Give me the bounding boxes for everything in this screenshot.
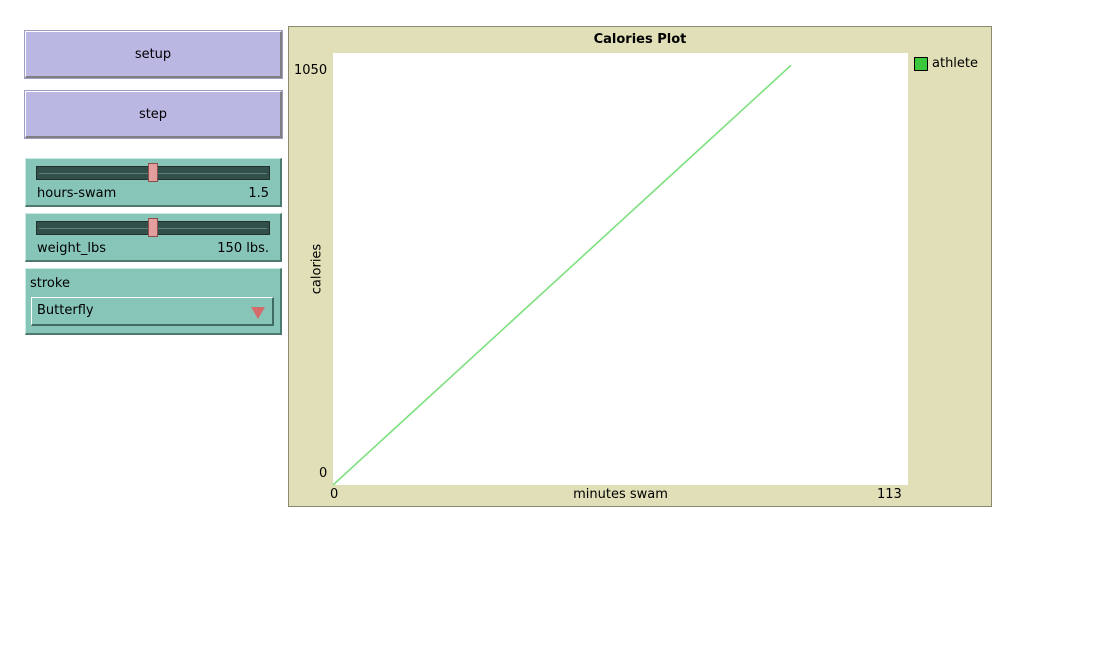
plot-svg: [332, 64, 792, 486]
hours-swam-slider[interactable]: hours-swam 1.5: [25, 158, 282, 207]
setup-button[interactable]: setup: [24, 30, 283, 79]
slider-thumb[interactable]: [148, 163, 158, 182]
dropdown-selected-value: Butterfly: [37, 303, 94, 318]
stroke-chooser[interactable]: stroke Butterfly: [25, 268, 282, 335]
stroke-dropdown[interactable]: Butterfly: [31, 297, 274, 326]
slider-label: hours-swam: [37, 186, 117, 201]
slider-thumb[interactable]: [148, 218, 158, 237]
calories-plot: Calories Plot 1050 0 0 minutes swam 113 …: [288, 26, 992, 507]
step-button[interactable]: step: [24, 90, 283, 139]
weight-lbs-slider[interactable]: weight_lbs 150 lbs.: [25, 213, 282, 262]
chooser-label: stroke: [30, 276, 70, 291]
slider-value: 1.5: [248, 186, 269, 201]
slider-label: weight_lbs: [37, 241, 106, 256]
series-line-athlete: [332, 64, 792, 486]
slider-value: 150 lbs.: [217, 241, 269, 256]
dropdown-arrow-icon[interactable]: [251, 307, 265, 319]
